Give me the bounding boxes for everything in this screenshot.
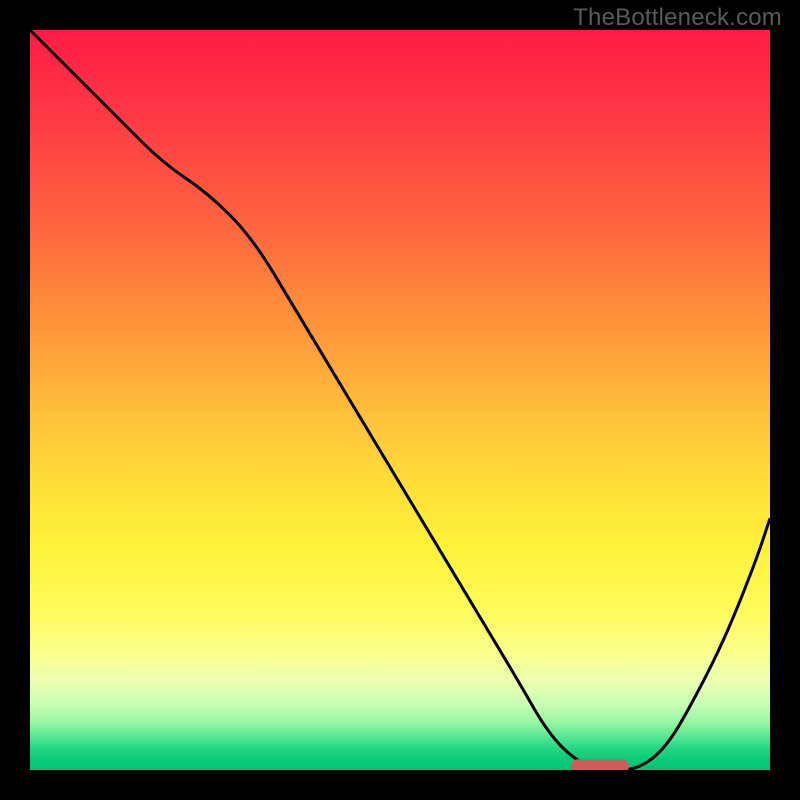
curve-path bbox=[30, 30, 770, 770]
watermark-text: TheBottleneck.com bbox=[573, 4, 782, 32]
chart-svg bbox=[30, 30, 770, 770]
plot-area bbox=[30, 30, 770, 770]
chart-container: TheBottleneck.com bbox=[0, 0, 800, 800]
